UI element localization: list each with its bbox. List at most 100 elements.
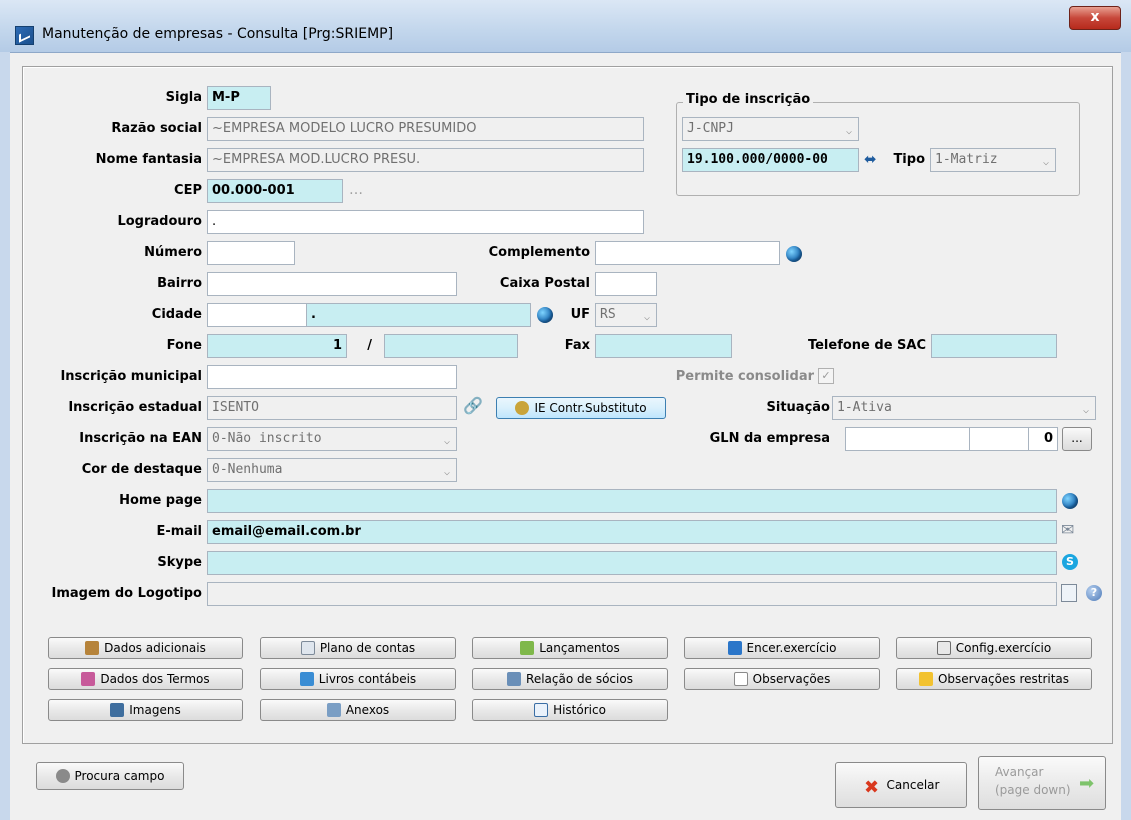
historico-button[interactable]: Histórico: [472, 699, 668, 721]
dados-termos-button[interactable]: Dados dos Termos: [48, 668, 243, 690]
fone-numero-field[interactable]: [384, 334, 518, 358]
fax-label: Fax: [564, 338, 590, 353]
observacoes-button[interactable]: Observações: [684, 668, 880, 690]
numero-label: Número: [144, 245, 202, 260]
app-window: Manutenção de empresas - Consulta [Prg:S…: [0, 0, 1131, 820]
play-icon: [727, 641, 742, 655]
inscricao-estadual-label: Inscrição estadual: [68, 400, 202, 415]
plano-contas-label: Plano de contas: [319, 641, 416, 655]
nome-fantasia-label: Nome fantasia: [95, 152, 202, 167]
razao-social-field[interactable]: ~EMPRESA MODELO LUCRO PRESUMIDO: [207, 117, 644, 141]
relacao-socios-button[interactable]: Relação de sócios: [472, 668, 668, 690]
avancar-button[interactable]: Avançar (page down) ➡: [978, 756, 1106, 810]
cor-destaque-select[interactable]: 0-Nenhuma ⌵: [207, 458, 457, 482]
config-exercicio-button[interactable]: Config.exercício: [896, 637, 1092, 659]
procura-campo-button[interactable]: Procura campo: [36, 762, 184, 790]
inscricao-municipal-field[interactable]: [207, 365, 457, 389]
encer-exercicio-label: Encer.exercício: [746, 641, 837, 655]
books-icon: [299, 672, 314, 686]
cor-destaque-label: Cor de destaque: [81, 462, 202, 477]
logotipo-field[interactable]: [207, 582, 1057, 606]
cidade-globe-icon[interactable]: [537, 307, 553, 323]
imagens-button[interactable]: Imagens: [48, 699, 243, 721]
gln-more-button[interactable]: ...: [1062, 427, 1092, 451]
gln-digit-field[interactable]: 0: [1028, 427, 1058, 451]
cidade-label: Cidade: [151, 307, 202, 322]
complemento-field[interactable]: [595, 241, 780, 265]
tipo-label: Tipo: [893, 152, 925, 167]
tipo-inscricao-title: Tipo de inscrição: [683, 92, 814, 107]
inscricao-estadual-field[interactable]: ISENTO: [207, 396, 457, 420]
cancelar-button[interactable]: ✖ Cancelar: [835, 762, 967, 808]
cancel-icon: ✖: [863, 777, 880, 798]
telefone-sac-field[interactable]: [931, 334, 1057, 358]
telefone-sac-label: Telefone de SAC: [807, 338, 926, 353]
window-frame-left: [0, 52, 10, 820]
ledger-icon: [520, 641, 535, 655]
bairro-field[interactable]: [207, 272, 457, 296]
dados-adicionais-button[interactable]: Dados adicionais: [48, 637, 243, 659]
list-icon: [300, 641, 315, 655]
app-icon: [15, 26, 34, 45]
globe-icon[interactable]: [1062, 493, 1078, 509]
lancamentos-button[interactable]: Lançamentos: [472, 637, 668, 659]
logradouro-label: Logradouro: [117, 214, 202, 229]
bairro-label: Bairro: [157, 276, 202, 291]
cancelar-label: Cancelar: [886, 778, 940, 792]
anexos-label: Anexos: [345, 703, 390, 717]
logotipo-label: Imagem do Logotipo: [51, 586, 202, 601]
anexos-button[interactable]: Anexos: [260, 699, 456, 721]
dados-adicionais-label: Dados adicionais: [104, 641, 206, 655]
link-icon: [515, 401, 530, 415]
tipo-inscricao-select[interactable]: J-CNPJ ⌵: [682, 117, 859, 141]
fone-ddd-field[interactable]: 1: [207, 334, 347, 358]
uf-label: UF: [570, 307, 590, 322]
permite-consolidar-checkbox[interactable]: ✓: [818, 368, 834, 384]
link-icon[interactable]: 🔗: [463, 398, 483, 414]
close-button[interactable]: x: [1069, 6, 1121, 30]
observacoes-label: Observações: [752, 672, 831, 686]
encer-exercicio-button[interactable]: Encer.exercício: [684, 637, 880, 659]
situacao-select[interactable]: 1-Ativa ⌵: [832, 396, 1096, 420]
email-field[interactable]: email@email.com.br: [207, 520, 1057, 544]
cor-destaque-value: 0-Nenhuma: [212, 462, 283, 477]
numero-field[interactable]: [207, 241, 295, 265]
sigla-label: Sigla: [165, 90, 202, 105]
home-page-field[interactable]: [207, 489, 1057, 513]
livros-contabeis-button[interactable]: Livros contábeis: [260, 668, 456, 690]
caixa-postal-label: Caixa Postal: [499, 276, 590, 291]
skype-icon[interactable]: S: [1062, 554, 1078, 570]
avancar-sub-label: (page down): [995, 783, 1071, 797]
cidade-nome-field[interactable]: .: [306, 303, 531, 327]
tipo-select[interactable]: 1-Matriz ⌵: [930, 148, 1056, 172]
uf-select[interactable]: RS ⌵: [595, 303, 657, 327]
logradouro-field[interactable]: .: [207, 210, 644, 234]
observacoes-restritas-button[interactable]: Observações restritas: [896, 668, 1092, 690]
fax-field[interactable]: [595, 334, 732, 358]
home-page-label: Home page: [119, 493, 202, 508]
help-icon[interactable]: ?: [1086, 585, 1102, 601]
caixa-postal-field[interactable]: [595, 272, 657, 296]
notebook-icon: [85, 641, 100, 655]
envelope-icon[interactable]: ✉: [1061, 522, 1074, 538]
document-icon[interactable]: [1061, 584, 1077, 602]
cep-search-icon[interactable]: …: [349, 182, 363, 198]
cnpj-field[interactable]: 19.100.000/0000-00: [682, 148, 859, 172]
sigla-field[interactable]: M-P: [207, 86, 271, 110]
skype-field[interactable]: [207, 551, 1057, 575]
inscricao-ean-select[interactable]: 0-Não inscrito ⌵: [207, 427, 457, 451]
gln-field-2[interactable]: [969, 427, 1029, 451]
cidade-codigo-field[interactable]: [207, 303, 307, 327]
tipo-value: 1-Matriz: [935, 152, 998, 167]
chevron-down-icon: ⌵: [643, 312, 650, 323]
refresh-icon[interactable]: ⬌: [864, 151, 877, 167]
avancar-label: Avançar: [995, 765, 1044, 779]
plano-contas-button[interactable]: Plano de contas: [260, 637, 456, 659]
globe-icon[interactable]: [786, 246, 802, 262]
ie-contr-substituto-button[interactable]: IE Contr.Substituto: [496, 397, 666, 419]
tipo-inscricao-value: J-CNPJ: [687, 121, 734, 136]
gln-field-1[interactable]: [845, 427, 970, 451]
cep-field[interactable]: 00.000-001: [207, 179, 343, 203]
nome-fantasia-field[interactable]: ~EMPRESA MOD.LUCRO PRESU.: [207, 148, 644, 172]
skype-label: Skype: [157, 555, 202, 570]
